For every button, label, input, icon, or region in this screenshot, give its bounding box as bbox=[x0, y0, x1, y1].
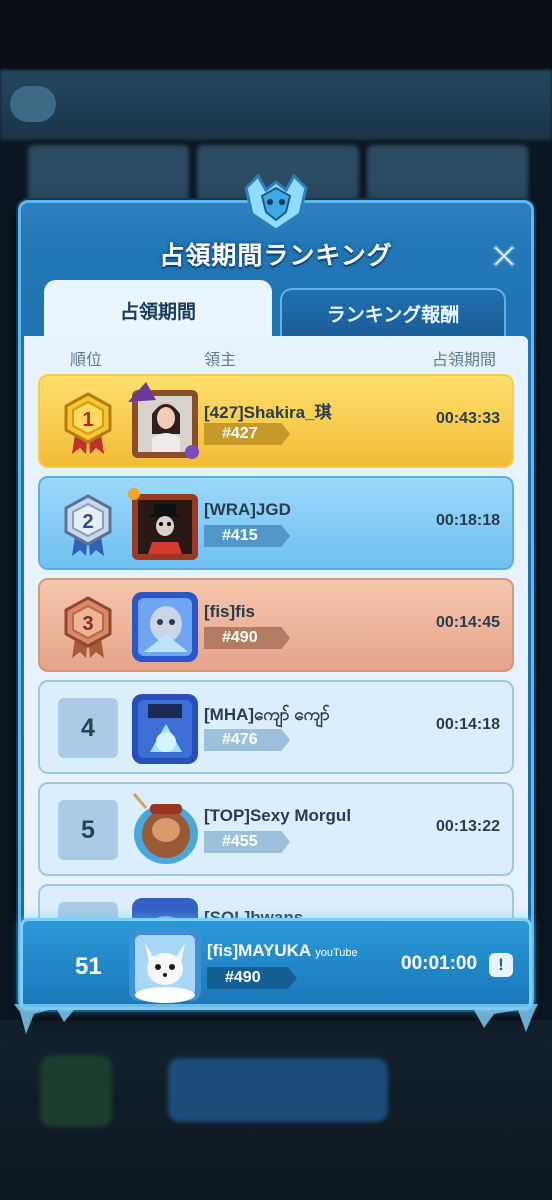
player-name: [427]Shakira_琪 bbox=[204, 403, 332, 422]
bronze-medal-icon: 3 bbox=[64, 596, 112, 658]
avatar bbox=[132, 793, 198, 864]
avatar bbox=[128, 382, 199, 459]
tab-occupation-period[interactable]: 占領期間 bbox=[44, 280, 272, 340]
my-avatar bbox=[129, 929, 201, 1003]
icicle-decoration bbox=[14, 1004, 538, 1034]
gold-medal-icon: 1 bbox=[64, 392, 112, 454]
ranking-row-4[interactable]: 4 [MHA]ကျော် ကျော် #476 00:14:18 bbox=[38, 680, 514, 774]
my-name-text: [fis]MAYUKA bbox=[207, 941, 312, 960]
occupation-time: 00:14:18 bbox=[435, 716, 500, 733]
my-name: [fis]MAYUKA youTube bbox=[207, 941, 358, 961]
my-rank: 51 bbox=[75, 953, 102, 980]
player-name: [MHA]ကျော် ကျော် bbox=[204, 705, 330, 724]
col-rank: 順位 bbox=[70, 352, 103, 369]
ranking-row-5[interactable]: 5 [TOP]Sexy Morgul #455 00:13:22 bbox=[38, 782, 514, 876]
occupation-time: 00:18:18 bbox=[435, 512, 500, 529]
col-period: 占領期間 bbox=[432, 352, 497, 369]
col-lord: 領主 bbox=[204, 352, 237, 369]
column-headers: 順位 領主 占領期間 bbox=[24, 346, 528, 370]
background-back-button bbox=[10, 86, 56, 122]
rank-number: 4 bbox=[58, 698, 118, 758]
avatar bbox=[128, 488, 198, 560]
player-name: [WRA]JGD bbox=[204, 500, 291, 519]
server-tag: #455 bbox=[204, 831, 290, 853]
occupation-time: 00:13:22 bbox=[435, 818, 500, 835]
player-name: [TOP]Sexy Morgul bbox=[204, 806, 352, 825]
my-name-suffix: youTube bbox=[315, 947, 358, 959]
player-name: [fis]fis bbox=[204, 602, 255, 621]
occupation-time: 00:43:33 bbox=[435, 410, 500, 427]
my-server-tag: #490 bbox=[207, 967, 297, 989]
ranking-row-1[interactable]: 1 [427]Shakira_琪 #427 00:43:33 bbox=[38, 374, 514, 468]
svg-text:1: 1 bbox=[82, 409, 93, 431]
svg-text:3: 3 bbox=[82, 613, 93, 635]
server-tag: #490 bbox=[204, 627, 290, 649]
close-icon bbox=[491, 243, 517, 269]
my-occupation-time: 00:01:00 bbox=[401, 953, 478, 974]
svg-text:2: 2 bbox=[82, 511, 93, 533]
status-bar-area bbox=[0, 0, 552, 70]
crest-icon bbox=[244, 173, 308, 232]
server-tag: #476 bbox=[204, 729, 290, 751]
ranking-row-2[interactable]: 2 [WRA]JGD #415 00:18:18 bbox=[38, 476, 514, 570]
close-button[interactable] bbox=[484, 236, 524, 276]
occupation-time: 00:14:45 bbox=[435, 614, 500, 631]
rank-number: 5 bbox=[58, 800, 118, 860]
panel-title: 占領期間ランキング bbox=[159, 242, 393, 270]
ranking-row-3[interactable]: 3 [fis]fis #490 00:14:45 bbox=[38, 578, 514, 672]
server-tag: #427 bbox=[204, 423, 290, 445]
background-left-button bbox=[40, 1055, 112, 1127]
info-button[interactable]: ! bbox=[489, 953, 513, 977]
avatar bbox=[132, 694, 198, 764]
my-ranking-row[interactable]: 51 [fis]MAYUKA youTube #490 00:01:00 ! bbox=[20, 918, 532, 1010]
background-main-button bbox=[168, 1058, 388, 1122]
background-header bbox=[0, 70, 552, 140]
tab-ranking-rewards[interactable]: ランキング報酬 bbox=[280, 288, 506, 336]
avatar bbox=[132, 592, 198, 662]
silver-medal-icon: 2 bbox=[64, 494, 112, 556]
server-tag: #415 bbox=[204, 525, 290, 547]
